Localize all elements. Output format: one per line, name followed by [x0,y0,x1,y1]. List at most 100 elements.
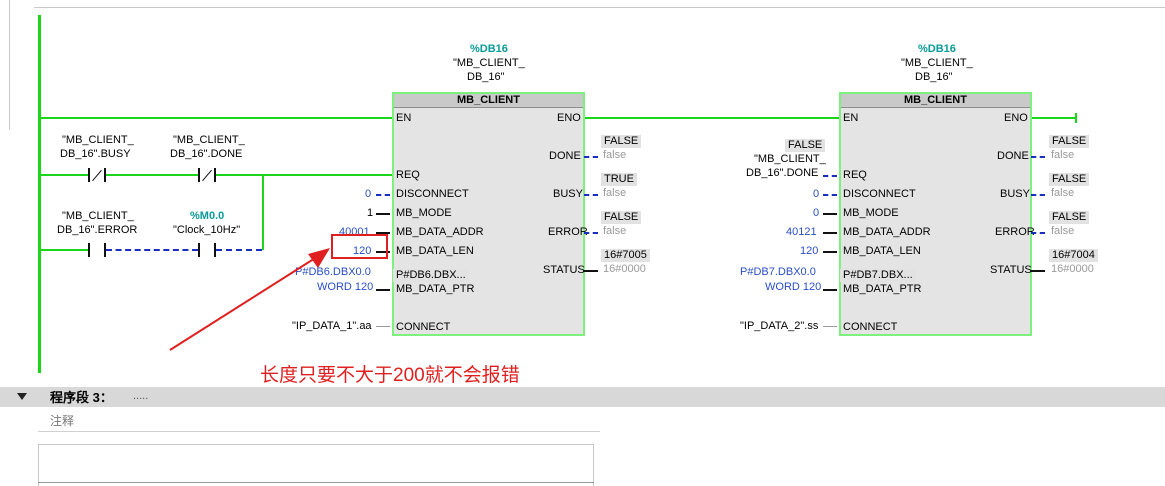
block2-pin-disconnect: DISCONNECT [843,188,916,200]
block1-done-wire [584,156,598,158]
block1-disconnect-wire [376,194,390,196]
block2-pin-done: DONE [997,150,1029,162]
done-contact-slash [202,169,212,182]
block1-mb-mode-value[interactable]: 1 [367,207,373,220]
block2-pin-status: STATUS [990,264,1032,276]
done-tag-line2: DB_16".DONE [170,148,243,160]
block2-mb-data-len-value[interactable]: 120 [800,245,818,258]
eno2-end-tick [1075,113,1077,123]
block2-mb-data-addr-value[interactable]: 40121 [786,226,817,239]
segment3-title: 程序段 3： [50,390,113,405]
block1-pin-done: DONE [549,150,581,162]
en-rung-wire [40,117,392,119]
block2-done-box: FALSE [1049,135,1090,148]
block1-type: MB_CLIENT [394,94,583,108]
block1-pin-mb-data-addr: MB_DATA_ADDR [396,226,484,238]
block2-pin-connect: CONNECT [843,321,898,333]
segment3-header[interactable]: 程序段 3： ..... [0,387,1165,407]
block2-ptr-line1[interactable]: P#DB7.DBX0.0 [740,266,816,279]
branch-vertical [262,174,264,250]
block2-pin-en: EN [843,112,859,124]
block2-req-wire [823,175,837,177]
block2-req-tag-1[interactable]: "MB_CLIENT_ [754,153,826,166]
block2-pin-mb-data-addr: MB_DATA_ADDR [843,226,931,238]
block1-mb-mode-wire [376,213,390,215]
segment3-comment[interactable]: 注释 [50,415,74,428]
block1-instance-name-1: "MB_CLIENT_ [453,57,525,69]
top-divider [34,7,1165,8]
busy-contact-left [88,168,90,182]
block2-disconnect-value[interactable]: 0 [813,188,819,201]
done-contact-right [214,168,216,182]
error-tag-line1: "MB_CLIENT_ [62,210,134,222]
block1-pin-disconnect: DISCONNECT [396,188,469,200]
block2-addr-wire [823,232,837,234]
block2-pin-busy: BUSY [1000,188,1030,200]
req-rung-wire-b [106,174,198,176]
req-rung-wire-c [216,174,392,176]
clock-address: %M0.0 [190,210,225,222]
block1-pin-en: EN [396,112,412,124]
left-margin-line [9,0,10,130]
block2-ptr-inner: P#DB7.DBX... [840,269,916,282]
block1-error-val: false [603,225,627,237]
annotation-arrow [169,248,330,351]
block1-connect-wire [376,326,390,327]
block2-disconnect-wire [823,194,837,196]
block2-error-val: false [1051,225,1075,237]
block1-status-val: 16#0000 [603,263,646,275]
block1-pin-connect: CONNECT [396,321,451,333]
block1-done-val: false [603,149,627,161]
done-tag-line1: "MB_CLIENT_ [173,134,245,146]
block2-pin-eno: ENO [1004,112,1028,124]
block2-pin-req: REQ [843,169,867,181]
eno-to-en-wire [584,117,840,119]
req-rung-wire-a [40,174,88,176]
block2-pin-error: ERROR [995,226,1035,238]
block1-pin-mb-data-len: MB_DATA_LEN [396,245,474,257]
block2-done-val: false [1051,149,1075,161]
error-tag-line2: DB_16".ERROR [57,224,138,236]
block1-busy-val: false [603,187,627,199]
block1-pin-mb-data-ptr: MB_DATA_PTR [396,283,475,295]
busy-contact-slash [92,169,102,182]
block2-connect-value[interactable]: "IP_DATA_2".ss [740,320,818,333]
segment3-bottom-rule [38,482,594,483]
block1-disconnect-value[interactable]: 0 [365,188,371,201]
block1-pin-eno: ENO [557,112,581,124]
block1-pin-mb-mode: MB_MODE [396,207,452,219]
block2-type: MB_CLIENT [841,94,1030,108]
block1-busy-box: TRUE [601,173,637,186]
block1-pin-status: STATUS [543,264,585,276]
block2-ptr-line2[interactable]: WORD 120 [765,281,821,294]
power-rail [38,15,41,373]
block2-instance-name-2: DB_16" [915,71,953,83]
block2-busy-wire [1031,194,1045,196]
block1-status-box: 16#7005 [601,249,650,262]
segment3-network-frame [38,444,594,486]
block1-busy-wire [584,194,598,196]
block2-mb-mode-wire [823,213,837,215]
block2-req-tag-2[interactable]: DB_16".DONE [746,167,818,180]
block1-error-box: FALSE [601,211,642,224]
segment3-dots: ..... [133,390,149,402]
block2-error-wire [1031,232,1045,234]
busy-tag-line2: DB_16".BUSY [60,148,131,160]
block2-pin-mb-data-len: MB_DATA_LEN [843,245,921,257]
block2-connect-wire [823,326,837,327]
block2-req-box: FALSE [785,139,826,152]
block2-pin-mb-data-ptr: MB_DATA_PTR [843,283,922,295]
block1-pin-req: REQ [396,169,420,181]
block1-status-wire [584,270,598,272]
block2-status-val: 16#0000 [1051,263,1094,275]
collapse-triangle-icon[interactable] [17,393,27,400]
error-contact-left [88,243,90,257]
block2-instance-name-1: "MB_CLIENT_ [901,57,973,69]
annotation-text: 长度只要不大于200就不会报错 [260,365,520,386]
block2-status-wire [1031,270,1045,272]
eno2-output-wire [1031,117,1076,119]
block2-mb-mode-value[interactable]: 0 [813,207,819,220]
block1-ptr-inner: P#DB6.DBX... [393,269,469,282]
block1-instance-addr: %DB16 [470,43,508,55]
block2-done-wire [1031,156,1045,158]
